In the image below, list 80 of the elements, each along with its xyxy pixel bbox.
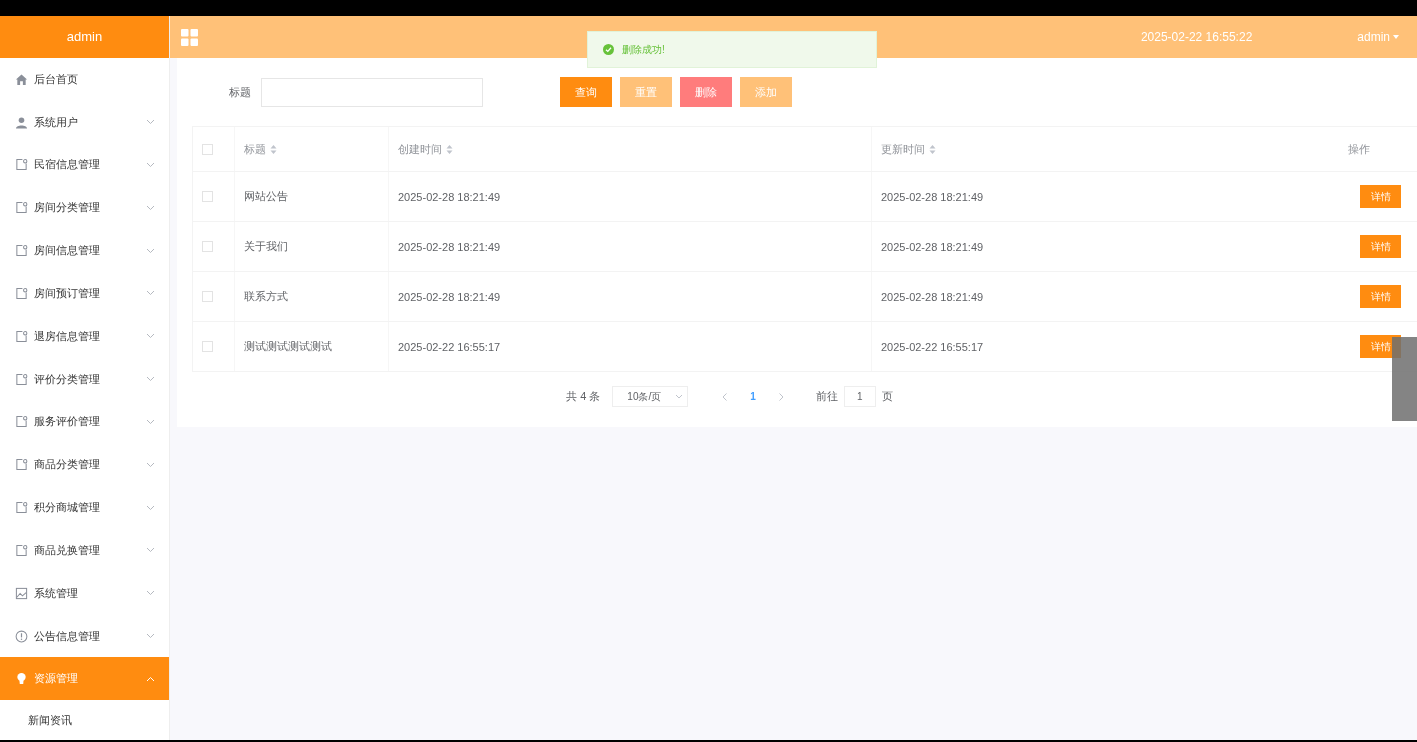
table-cell: 2025-02-28 18:21:49 <box>881 190 984 203</box>
document-icon <box>15 458 28 472</box>
row-checkbox[interactable] <box>202 291 213 302</box>
table-cell: 测试测试测试测试 <box>244 339 332 354</box>
header-datetime: 2025-02-22 16:55:22 <box>1140 30 1253 44</box>
row-checkbox[interactable] <box>202 341 213 352</box>
document-icon <box>15 244 28 258</box>
total-count: 共 4 条 <box>566 389 601 404</box>
goto-label: 前往 <box>815 389 838 404</box>
row-checkbox[interactable] <box>202 241 213 252</box>
sidebar-item[interactable]: 民宿信息管理 <box>0 143 169 187</box>
caret-icon <box>1393 35 1399 39</box>
row-checkbox[interactable] <box>202 191 213 202</box>
scroll-overlay[interactable] <box>1392 337 1417 421</box>
table-cell: 2025-02-28 18:21:49 <box>881 290 984 303</box>
document-icon <box>15 415 28 429</box>
chevron-icon <box>146 547 155 554</box>
goto-suffix: 页 <box>881 389 893 404</box>
sidebar-item[interactable]: 公告信息管理 <box>0 614 169 658</box>
sort-icon <box>270 143 277 155</box>
document-icon <box>15 201 28 215</box>
sidebar-item[interactable]: 系统管理 <box>0 571 169 615</box>
image-icon <box>15 586 28 600</box>
sort-icon <box>929 143 936 155</box>
chevron-icon <box>146 504 155 511</box>
column-header: 操作 <box>1348 141 1370 157</box>
sidebar-item[interactable]: 退房信息管理 <box>0 314 169 358</box>
table-cell: 2025-02-28 18:21:49 <box>398 240 501 253</box>
home-icon <box>15 72 28 86</box>
user-icon <box>15 115 28 129</box>
lightbulb-icon <box>15 672 28 686</box>
chevron-icon <box>146 333 155 340</box>
chevron-icon <box>146 161 155 168</box>
sidebar-item[interactable]: 房间分类管理 <box>0 186 169 230</box>
toast-message: 删除成功! <box>622 42 665 57</box>
sidebar-item[interactable]: 服务评价管理 <box>0 400 169 444</box>
sidebar-item[interactable]: 评价分类管理 <box>0 357 169 401</box>
sidebar-title: admin <box>0 16 169 58</box>
document-icon <box>15 286 28 300</box>
table-cell: 网站公告 <box>244 189 288 204</box>
document-icon <box>15 372 28 386</box>
chevron-icon <box>146 247 155 254</box>
chevron-icon <box>146 119 155 126</box>
chevron-icon <box>146 376 155 383</box>
document-icon <box>15 543 28 557</box>
sidebar-item[interactable]: 房间信息管理 <box>0 229 169 272</box>
check-circle-icon <box>603 44 614 55</box>
document-icon <box>15 501 28 514</box>
field-label: 标题 <box>229 84 251 100</box>
chevron-icon <box>146 461 155 468</box>
sidebar-item[interactable]: 积分商城管理 <box>0 486 169 529</box>
sidebar-item[interactable]: 房间预订管理 <box>0 271 169 315</box>
chevron-icon <box>146 204 155 211</box>
chevron-icon <box>146 675 155 682</box>
document-icon <box>15 329 28 343</box>
table-cell: 2025-02-22 16:55:17 <box>398 340 501 353</box>
table-cell: 2025-02-28 18:21:49 <box>398 190 501 203</box>
submenu-item[interactable]: 新闻资讯 <box>0 700 169 741</box>
sort-icon <box>446 143 453 155</box>
chevron-icon <box>146 418 155 425</box>
select-all-checkbox[interactable] <box>202 143 213 155</box>
chevron-icon <box>146 633 155 639</box>
sidebar-item[interactable]: 商品兑换管理 <box>0 528 169 572</box>
table-cell: 2025-02-28 18:21:49 <box>398 290 501 303</box>
table-cell: 2025-02-28 18:21:49 <box>881 240 984 253</box>
table-cell: 联系方式 <box>244 289 288 304</box>
table-cell: 关于我们 <box>244 239 288 254</box>
document-icon <box>15 158 28 172</box>
chevron-icon <box>675 394 684 399</box>
grid-icon[interactable] <box>181 28 198 46</box>
page-size-select[interactable]: 10条/页 <box>612 386 689 407</box>
chevron-icon <box>146 290 155 297</box>
sidebar-item[interactable]: 后台首页 <box>0 57 169 101</box>
chevron-icon <box>146 590 155 597</box>
table-cell: 2025-02-22 16:55:17 <box>881 340 984 353</box>
sidebar-item[interactable]: 系统用户 <box>0 100 169 144</box>
page-input[interactable]: 1 <box>843 386 876 407</box>
title-input[interactable] <box>261 77 483 107</box>
info-icon <box>15 629 28 643</box>
sidebar-item[interactable]: 商品分类管理 <box>0 443 169 487</box>
